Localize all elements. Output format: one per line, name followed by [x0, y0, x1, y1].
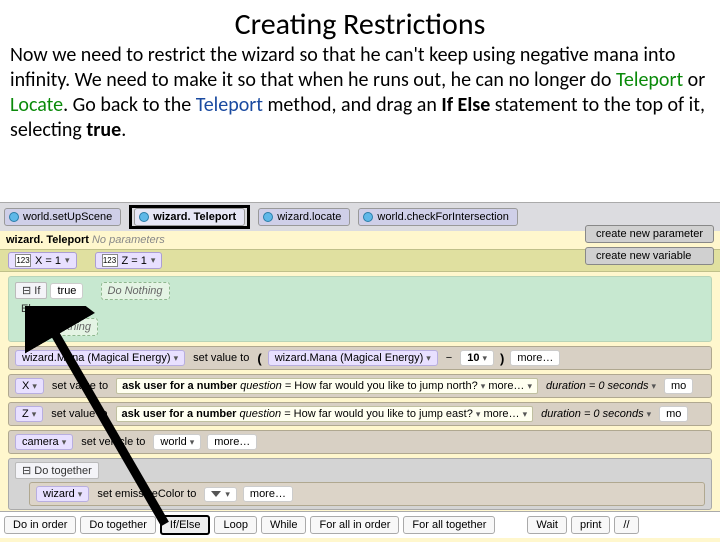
ask-user-east[interactable]: ask user for a number question = How far… — [116, 406, 534, 422]
mana-set-statement[interactable]: wizard.Mana (Magical Energy)▾ set value … — [8, 346, 712, 370]
else-label: Else — [15, 302, 48, 316]
world-icon — [363, 212, 373, 222]
else-body-placeholder[interactable]: Do Nothing — [29, 318, 98, 336]
z-var-ref[interactable]: Z▾ — [15, 406, 43, 422]
pal-do-in-order[interactable]: Do in order — [4, 516, 76, 534]
active-tab-highlight: wizard. Teleport — [129, 205, 250, 229]
pal-print[interactable]: print — [571, 516, 610, 534]
new-parameter-button[interactable]: create new parameter — [585, 225, 714, 243]
pal-for-all-together[interactable]: For all together — [403, 516, 495, 534]
x-set-statement[interactable]: X▾ set value to ask user for a number qu… — [8, 374, 712, 398]
mana-subtract-value[interactable]: 10▾ — [460, 350, 494, 366]
tab-teleport[interactable]: wizard. Teleport — [134, 208, 245, 226]
z-set-statement[interactable]: Z▾ set value to ask user for a number qu… — [8, 402, 712, 426]
number-icon: 123 — [102, 254, 118, 267]
if-label: ⊟ If — [15, 282, 47, 299]
camera-obj[interactable]: camera▾ — [15, 434, 73, 450]
pal-loop[interactable]: Loop — [214, 516, 256, 534]
right-buttons: create new parameter create new variable — [585, 225, 714, 265]
alice-editor: world.setUpScene wizard. Teleport wizard… — [0, 202, 720, 542]
if-condition[interactable]: true — [50, 283, 83, 299]
tab-check-intersection[interactable]: world.checkForIntersection — [358, 208, 517, 226]
statement-palette: Do in order Do together If/Else Loop Whi… — [0, 511, 720, 538]
more-dropdown[interactable]: more… — [510, 350, 560, 366]
var-z[interactable]: 123Z = 1▾ — [95, 252, 163, 269]
color-value[interactable]: ▾ — [204, 487, 237, 502]
color-swatch-icon — [211, 491, 221, 497]
mana-rhs[interactable]: wizard.Mana (Magical Energy)▾ — [268, 350, 438, 366]
emissive-statement[interactable]: wizard▾ set emissiveColor to ▾ more… — [29, 482, 705, 506]
tab-setup-scene[interactable]: world.setUpScene — [4, 208, 121, 226]
code-body: ⊟ If true Do Nothing Else Do Nothing wiz… — [0, 272, 720, 512]
explanation-paragraph: Now we need to restrict the wizard so th… — [0, 43, 720, 147]
var-x[interactable]: 123X = 1▾ — [8, 252, 77, 269]
if-else-block[interactable]: ⊟ If true Do Nothing Else Do Nothing — [8, 276, 712, 342]
more-dropdown[interactable]: more… — [243, 486, 293, 502]
number-icon: 123 — [15, 254, 31, 267]
do-together-block[interactable]: ⊟ Do together wizard▾ set emissiveColor … — [8, 458, 712, 510]
world-icon — [139, 212, 149, 222]
pal-if-else[interactable]: If/Else — [160, 515, 211, 535]
more-dropdown[interactable]: more… — [207, 434, 257, 450]
if-body-placeholder[interactable]: Do Nothing — [101, 282, 170, 300]
pal-while[interactable]: While — [261, 516, 307, 534]
world-icon — [263, 212, 273, 222]
ask-user-north[interactable]: ask user for a number question = How far… — [116, 378, 538, 394]
mana-var[interactable]: wizard.Mana (Magical Energy)▾ — [15, 350, 185, 366]
do-together-label: ⊟ Do together — [15, 462, 99, 479]
camera-vehicle-statement[interactable]: camera▾ set vehicle to world▾ more… — [8, 430, 712, 454]
page-title: Creating Restrictions — [0, 6, 720, 43]
x-var-ref[interactable]: X▾ — [15, 378, 44, 394]
tab-locate[interactable]: wizard.locate — [258, 208, 350, 226]
new-variable-button[interactable]: create new variable — [585, 247, 714, 265]
pal-wait[interactable]: Wait — [527, 516, 567, 534]
vehicle-value[interactable]: world▾ — [153, 434, 201, 450]
pal-comment[interactable]: // — [614, 516, 638, 534]
pal-for-all-in-order[interactable]: For all in order — [310, 516, 399, 534]
world-icon — [9, 212, 19, 222]
pal-do-together[interactable]: Do together — [80, 516, 155, 534]
wizard-obj[interactable]: wizard▾ — [36, 486, 89, 502]
